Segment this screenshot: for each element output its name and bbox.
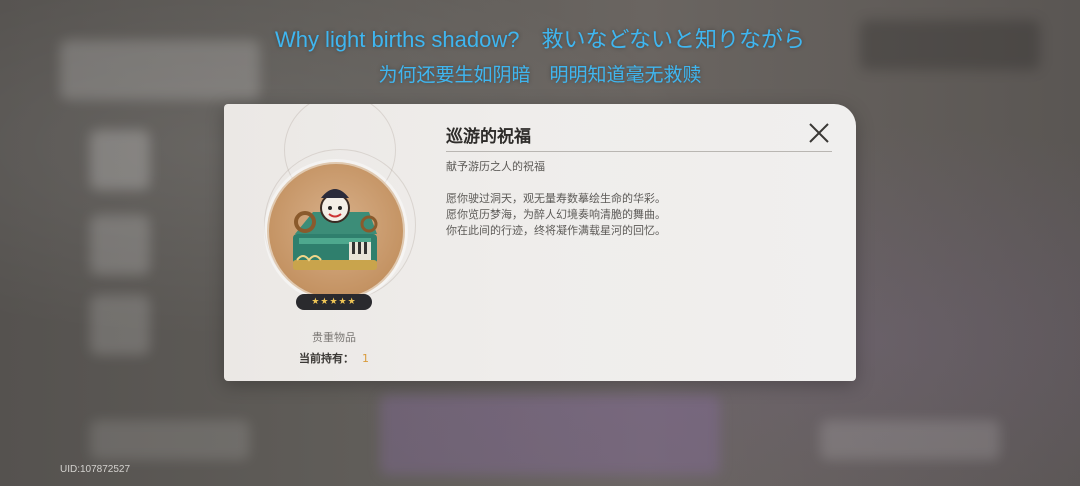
bg-slot	[90, 130, 150, 190]
description-line: 愿你驶过洞天，观无量寿数摹绘生命的华彩。	[446, 192, 666, 205]
subtitle-line-2: 为何还要生如阴暗 明明知道毫无救赎	[378, 65, 702, 86]
close-icon	[809, 123, 829, 143]
item-title: 巡游的祝福	[446, 127, 531, 147]
item-subhead: 献予游历之人的祝福	[446, 160, 545, 173]
treasure-chest-icon	[293, 189, 378, 270]
item-icon-frame	[267, 162, 405, 300]
bg-slot	[90, 295, 150, 355]
description-line: 你在此间的行迹，终将凝作满载星河的回忆。	[446, 224, 666, 237]
uid-label: UID:107872527	[60, 464, 131, 475]
item-type-label: 贵重物品	[312, 331, 356, 344]
owned-label: 当前持有：	[299, 352, 354, 365]
bg-character	[380, 395, 720, 475]
bg-bar	[90, 420, 250, 460]
title-divider	[446, 151, 832, 152]
item-detail-card: ★★★★★ 贵重物品 当前持有： 1 巡游的祝福 献予游历之人的祝福 愿你驶过洞天…	[224, 104, 856, 381]
item-description: 愿你驶过洞天，观无量寿数摹绘生命的华彩。 愿你览历梦海，为醉人幻境奏响清脆的舞曲…	[446, 191, 666, 239]
description-line: 愿你览历梦海，为醉人幻境奏响清脆的舞曲。	[446, 208, 666, 221]
close-button[interactable]	[806, 120, 832, 146]
owned-value: 1	[362, 352, 369, 365]
subtitle-line-1: Why light births shadow? 救いなどないと知りながら	[274, 27, 806, 52]
rarity-stars: ★★★★★	[296, 294, 372, 310]
bg-slot	[90, 215, 150, 275]
owned-count: 当前持有： 1	[274, 350, 394, 366]
bg-button	[820, 420, 1000, 460]
